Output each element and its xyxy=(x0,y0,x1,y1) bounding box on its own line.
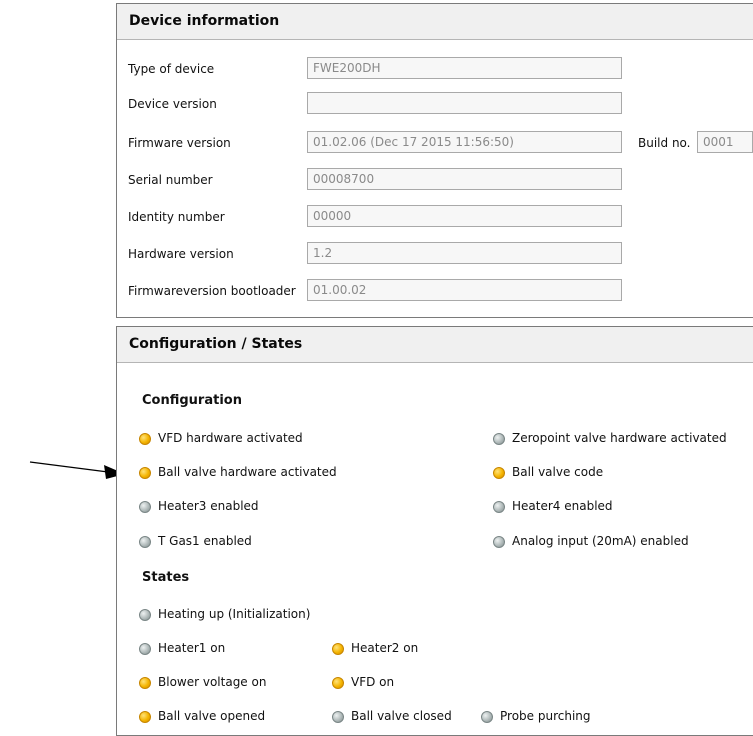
led-indicator-icon xyxy=(332,711,344,723)
led-indicator-icon xyxy=(332,643,344,655)
panel-title: Device information xyxy=(129,13,280,29)
panel-title: Configuration / States xyxy=(129,336,303,352)
serial-number-field[interactable]: 00008700 xyxy=(307,168,622,190)
identity-number-field[interactable]: 00000 xyxy=(307,205,622,227)
build-number-field[interactable]: 0001 xyxy=(697,131,753,153)
type-of-device-label: Type of device xyxy=(128,62,215,76)
states-heading: States xyxy=(142,570,190,585)
led-indicator-icon xyxy=(493,467,505,479)
hardware-version-field[interactable]: 1.2 xyxy=(307,242,622,264)
led-indicator-icon xyxy=(493,501,505,513)
led-indicator-icon xyxy=(139,711,151,723)
led-indicator-icon xyxy=(139,643,151,655)
configuration-heading: Configuration xyxy=(142,393,242,408)
type-of-device-field[interactable]: FWE200DH xyxy=(307,57,622,79)
led-indicator-icon xyxy=(493,536,505,548)
bootloader-version-label: Firmwareversion bootloader xyxy=(128,284,296,298)
serial-number-label: Serial number xyxy=(128,173,213,187)
led-indicator-icon xyxy=(139,677,151,689)
device-version-label: Device version xyxy=(128,97,217,111)
identity-number-label: Identity number xyxy=(128,210,225,224)
firmware-version-label: Firmware version xyxy=(128,136,231,150)
annotation-arrow xyxy=(29,461,125,479)
configuration-states-panel: Configuration / States Configuration VFD… xyxy=(116,326,753,736)
build-number-label: Build no. xyxy=(638,136,691,150)
led-indicator-icon xyxy=(139,609,151,621)
device-information-panel: Device information Type of device FWE200… xyxy=(116,3,753,318)
configuration-states-header: Configuration / States xyxy=(117,327,753,363)
hardware-version-label: Hardware version xyxy=(128,247,234,261)
bootloader-version-field[interactable]: 01.00.02 xyxy=(307,279,622,301)
led-indicator-icon xyxy=(481,711,493,723)
led-indicator-icon xyxy=(139,467,151,479)
led-indicator-icon xyxy=(332,677,344,689)
led-indicator-icon xyxy=(139,433,151,445)
led-indicator-icon xyxy=(139,536,151,548)
device-information-header: Device information xyxy=(117,4,753,40)
led-indicator-icon xyxy=(139,501,151,513)
device-version-field[interactable] xyxy=(307,92,622,114)
led-indicator-icon xyxy=(493,433,505,445)
firmware-version-field[interactable]: 01.02.06 (Dec 17 2015 11:56:50) xyxy=(307,131,622,153)
